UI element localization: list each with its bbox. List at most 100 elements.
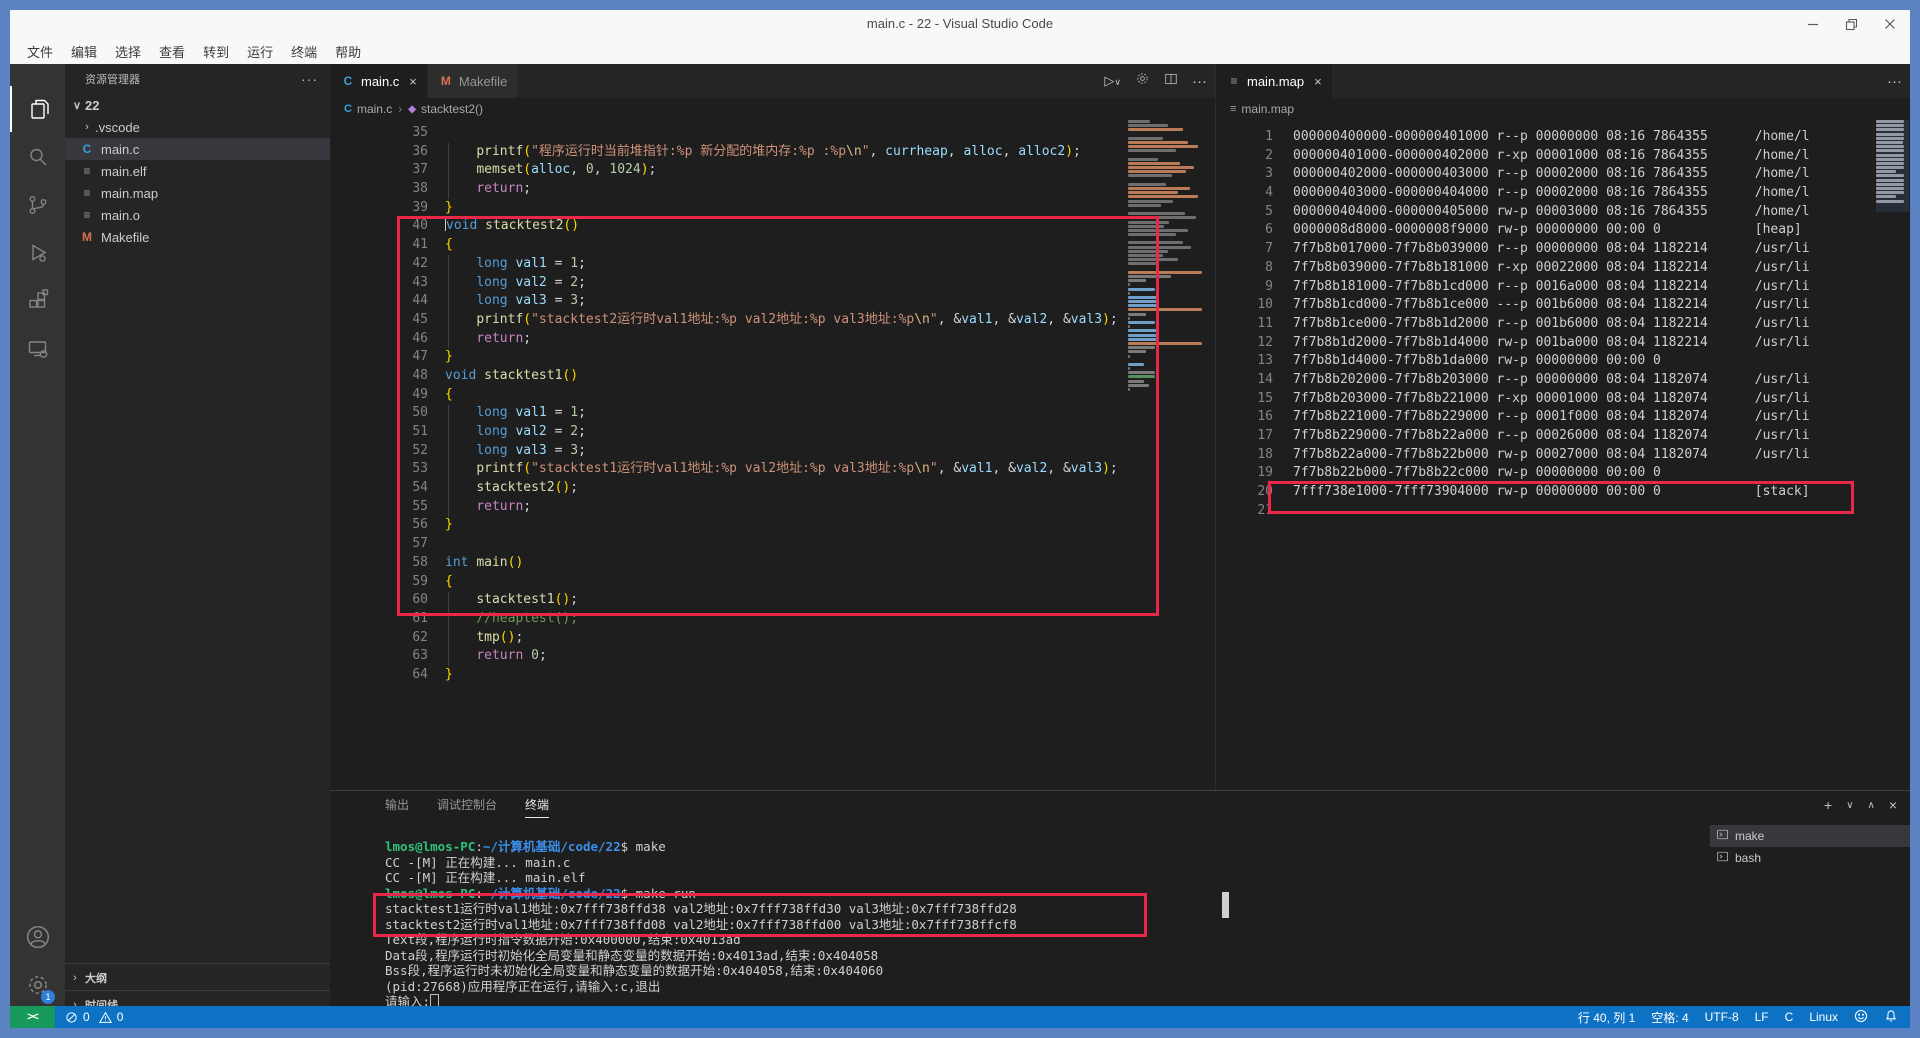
sidebar-item-.vscode[interactable]: ›.vscode	[65, 116, 330, 138]
code-line[interactable]: 35	[330, 124, 1215, 143]
minimize-button[interactable]	[1807, 18, 1819, 30]
map-line[interactable]: 5000000404000-000000405000 rw-p 00003000…	[1216, 203, 1910, 222]
settings-gear-icon[interactable]: 1	[10, 962, 65, 1008]
code-line[interactable]: 58int main()	[330, 554, 1215, 573]
terminal-list-item-make[interactable]: make	[1710, 825, 1910, 847]
code-line[interactable]: 45 printf("stacktest2运行时val1地址:%p val2地址…	[330, 311, 1215, 330]
search-icon[interactable]	[10, 134, 65, 180]
code-line[interactable]: 44 long val3 = 3;	[330, 292, 1215, 311]
code-line[interactable]: 38 return;	[330, 180, 1215, 199]
menu-item-编辑[interactable]: 编辑	[62, 42, 106, 61]
map-line[interactable]: 167f7b8b221000-7f7b8b229000 r--p 0001f00…	[1216, 408, 1910, 427]
close-tab-icon[interactable]: ×	[409, 74, 417, 89]
close-panel-icon[interactable]: ×	[1889, 797, 1897, 813]
tree-root-folder[interactable]: ∨22	[65, 94, 330, 116]
panel-tab-输出[interactable]: 输出	[385, 795, 409, 817]
code-line[interactable]: 36 printf("程序运行时当前堆指针:%p 新分配的堆内存:%p :%p\…	[330, 143, 1215, 162]
breadcrumb[interactable]: Cmain.c›◆stacktest2()	[330, 98, 1215, 120]
sidebar-item-Makefile[interactable]: MMakefile	[65, 226, 330, 248]
code-line[interactable]: 47}	[330, 348, 1215, 367]
more-actions-icon[interactable]: ···	[1192, 73, 1207, 90]
menu-item-运行[interactable]: 运行	[238, 42, 282, 61]
status-item[interactable]: 行 40, 列 1	[1578, 1009, 1635, 1026]
tab-main.c[interactable]: Cmain.c×	[330, 64, 428, 98]
map-line[interactable]: 97f7b8b181000-7f7b8b1cd000 r--p 0016a000…	[1216, 278, 1910, 297]
terminal-list-item-bash[interactable]: bash	[1710, 847, 1910, 869]
map-line[interactable]: 2000000401000-000000402000 r-xp 00001000…	[1216, 147, 1910, 166]
map-line[interactable]: 187f7b8b22a000-7f7b8b22b000 rw-p 0002700…	[1216, 446, 1910, 465]
tab-main.map[interactable]: ≡main.map×	[1216, 64, 1333, 98]
minimap-slider[interactable]	[1876, 120, 1909, 212]
code-line[interactable]: 52 long val3 = 3;	[330, 442, 1215, 461]
breadcrumb-item[interactable]: main.c	[357, 102, 392, 116]
more-actions-icon[interactable]: ···	[1887, 73, 1902, 90]
code-line[interactable]: 57	[330, 535, 1215, 554]
split-editor-icon[interactable]	[1164, 72, 1178, 91]
map-editor[interactable]: 1000000400000-000000401000 r--p 00000000…	[1216, 120, 1910, 790]
close-button[interactable]	[1884, 18, 1896, 30]
account-icon[interactable]	[10, 914, 65, 960]
code-line[interactable]: 50 long val1 = 1;	[330, 404, 1215, 423]
minimap[interactable]	[1128, 120, 1206, 420]
feedback-smiley-icon[interactable]	[1854, 1009, 1868, 1026]
remote-indicator[interactable]: ><	[10, 1006, 55, 1028]
code-line[interactable]: 40void stacktest2()	[330, 217, 1215, 236]
map-line[interactable]: 207fff738e1000-7fff73904000 rw-p 0000000…	[1216, 483, 1910, 502]
breadcrumb-item[interactable]: main.map	[1241, 102, 1294, 116]
explorer-icon[interactable]	[10, 86, 67, 132]
scrollbar-thumb[interactable]	[1222, 892, 1229, 918]
code-line[interactable]: 43 long val2 = 2;	[330, 274, 1215, 293]
map-line[interactable]: 1000000400000-000000401000 r--p 00000000…	[1216, 128, 1910, 147]
sidebar-item-main.c[interactable]: Cmain.c	[65, 138, 330, 160]
status-item[interactable]: C	[1785, 1010, 1794, 1024]
map-line[interactable]: 197f7b8b22b000-7f7b8b22c000 rw-p 0000000…	[1216, 464, 1910, 483]
restore-button[interactable]	[1845, 18, 1858, 31]
code-line[interactable]: 41{	[330, 236, 1215, 255]
code-line[interactable]: 37 memset(alloc, 0, 1024);	[330, 161, 1215, 180]
map-line[interactable]: 21	[1216, 502, 1910, 521]
outline-section[interactable]: ›大纲	[65, 963, 330, 991]
minimap[interactable]	[1876, 120, 1909, 240]
map-line[interactable]: 127f7b8b1d2000-7f7b8b1d4000 rw-p 001ba00…	[1216, 334, 1910, 353]
menu-item-查看[interactable]: 查看	[150, 42, 194, 61]
breadcrumb-item[interactable]: stacktest2()	[421, 102, 483, 116]
map-line[interactable]: 77f7b8b017000-7f7b8b039000 r--p 00000000…	[1216, 240, 1910, 259]
run-settings-gear-icon[interactable]	[1135, 71, 1150, 91]
panel-tab-终端[interactable]: 终端	[525, 795, 549, 818]
code-line[interactable]: 49{	[330, 386, 1215, 405]
map-line[interactable]: 137f7b8b1d4000-7f7b8b1da000 rw-p 0000000…	[1216, 352, 1910, 371]
code-line[interactable]: 64}	[330, 666, 1215, 685]
code-line[interactable]: 63 return 0;	[330, 647, 1215, 666]
code-line[interactable]: 46 return;	[330, 330, 1215, 349]
code-line[interactable]: 55 return;	[330, 498, 1215, 517]
map-line[interactable]: 3000000402000-000000403000 r--p 00002000…	[1216, 165, 1910, 184]
run-debug-icon[interactable]	[10, 230, 65, 276]
menu-item-帮助[interactable]: 帮助	[326, 42, 370, 61]
notifications-bell-icon[interactable]	[1884, 1009, 1898, 1026]
code-line[interactable]: 48void stacktest1()	[330, 367, 1215, 386]
code-editor[interactable]: 3536 printf("程序运行时当前堆指针:%p 新分配的堆内存:%p :%…	[330, 120, 1215, 790]
source-control-icon[interactable]	[10, 182, 65, 228]
map-line[interactable]: 60000008d8000-0000008f9000 rw-p 00000000…	[1216, 221, 1910, 240]
code-line[interactable]: 54 stacktest2();	[330, 479, 1215, 498]
sidebar-more-icon[interactable]: ···	[301, 71, 318, 87]
new-terminal-icon[interactable]: +	[1824, 797, 1832, 813]
terminal-dropdown-icon[interactable]: ∨	[1846, 800, 1853, 811]
tab-Makefile[interactable]: MMakefile	[428, 64, 518, 98]
code-line[interactable]: 59{	[330, 573, 1215, 592]
status-item[interactable]: LF	[1755, 1010, 1769, 1024]
terminal-output[interactable]: lmos@lmos-PC:~/计算机基础/code/22$ makeCC -[M…	[385, 839, 1685, 1010]
menu-item-文件[interactable]: 文件	[18, 42, 62, 61]
code-line[interactable]: 60 stacktest1();	[330, 591, 1215, 610]
code-line[interactable]: 42 long val1 = 1;	[330, 255, 1215, 274]
close-tab-icon[interactable]: ×	[1314, 74, 1322, 89]
breadcrumb[interactable]: ≡main.map	[1216, 98, 1910, 120]
extensions-icon[interactable]	[10, 278, 65, 324]
menu-item-转到[interactable]: 转到	[194, 42, 238, 61]
code-line[interactable]: 61 //heaptest();	[330, 610, 1215, 629]
code-line[interactable]: 56}	[330, 516, 1215, 535]
status-item[interactable]: UTF-8	[1705, 1010, 1739, 1024]
menu-item-选择[interactable]: 选择	[106, 42, 150, 61]
sidebar-item-main.map[interactable]: ≡main.map	[65, 182, 330, 204]
run-c-file-icon[interactable]: ▷∨	[1104, 73, 1121, 89]
